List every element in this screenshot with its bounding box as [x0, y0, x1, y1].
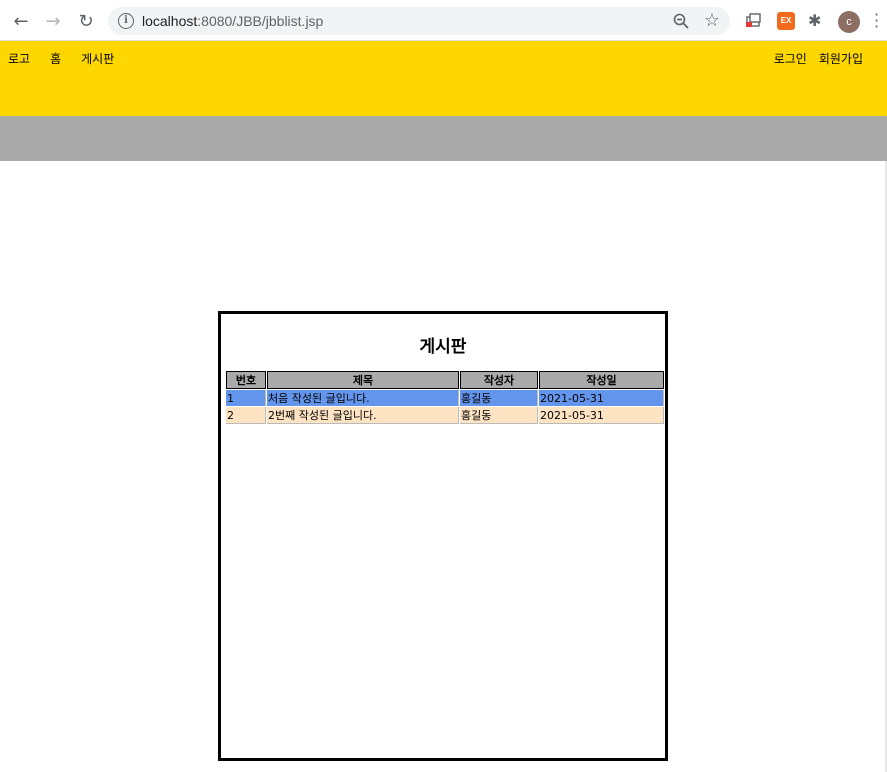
header-nav-left: 로고 홈 게시판 [8, 50, 134, 67]
browser-menu-icon[interactable]: · · · [874, 7, 880, 35]
tab-search-icon[interactable] [744, 12, 762, 30]
url-text[interactable]: localhost:8080/JBB/jbblist.jsp [142, 13, 323, 29]
board-title: 게시판 [419, 337, 467, 357]
nav-home[interactable]: 홈 [50, 50, 61, 67]
table-row[interactable]: 1 처음 작성된 글입니다. 홍길동 2021-05-31 [226, 390, 664, 406]
nav-signup[interactable]: 회원가입 [819, 50, 863, 67]
col-number: 번호 [226, 371, 266, 389]
nav-login[interactable]: 로그인 [774, 50, 807, 67]
profile-avatar[interactable]: c [838, 11, 860, 33]
site-info-icon[interactable]: i [118, 13, 134, 29]
board-table: 번호 제목 작성자 작성일 1 처음 작성된 글입니다. 홍길동 2021-05… [225, 370, 665, 425]
url-host: localhost [142, 13, 198, 29]
table-row[interactable]: 2 2번째 작성된 글입니다. 홍길동 2021-05-31 [226, 407, 664, 424]
zoom-icon[interactable] [672, 12, 690, 30]
cell-date: 2021-05-31 [539, 390, 664, 406]
sub-header-bar [0, 116, 887, 161]
reload-icon[interactable]: ↻ [75, 10, 97, 32]
cell-number: 2 [226, 407, 266, 424]
site-header: 로고 홈 게시판 로그인 회원가입 [0, 41, 887, 116]
nav-logo[interactable]: 로고 [8, 50, 30, 67]
col-date: 작성일 [539, 371, 664, 389]
cell-number: 1 [226, 390, 266, 406]
address-bar[interactable]: i localhost:8080/JBB/jbblist.jsp ☆ [108, 7, 730, 35]
back-arrow-icon[interactable]: ← [10, 10, 32, 32]
url-path: :8080/JBB/jbblist.jsp [197, 13, 324, 29]
col-author: 작성자 [460, 371, 538, 389]
cell-title-link[interactable]: 2번째 작성된 글입니다. [267, 407, 459, 424]
forward-arrow-icon[interactable]: → [42, 10, 64, 32]
cell-date: 2021-05-31 [539, 407, 664, 424]
col-title: 제목 [267, 371, 459, 389]
cell-title-link[interactable]: 처음 작성된 글입니다. [267, 390, 459, 406]
header-nav-right: 로그인 회원가입 [762, 50, 863, 67]
table-header-row: 번호 제목 작성자 작성일 [226, 371, 664, 389]
browser-toolbar: ← → ↻ i localhost:8080/JBB/jbblist.jsp ☆… [0, 0, 887, 41]
bookmark-star-icon[interactable]: ☆ [704, 10, 720, 31]
cell-author: 홍길동 [460, 407, 538, 424]
board-panel: 게시판 번호 제목 작성자 작성일 1 처음 작성된 글입니다. 홍길동 202… [218, 311, 668, 761]
nav-board[interactable]: 게시판 [81, 50, 114, 67]
extensions-puzzle-icon[interactable]: ✱ [808, 12, 826, 30]
extension-ex-icon[interactable]: EX [777, 12, 795, 30]
cell-author: 홍길동 [460, 390, 538, 406]
